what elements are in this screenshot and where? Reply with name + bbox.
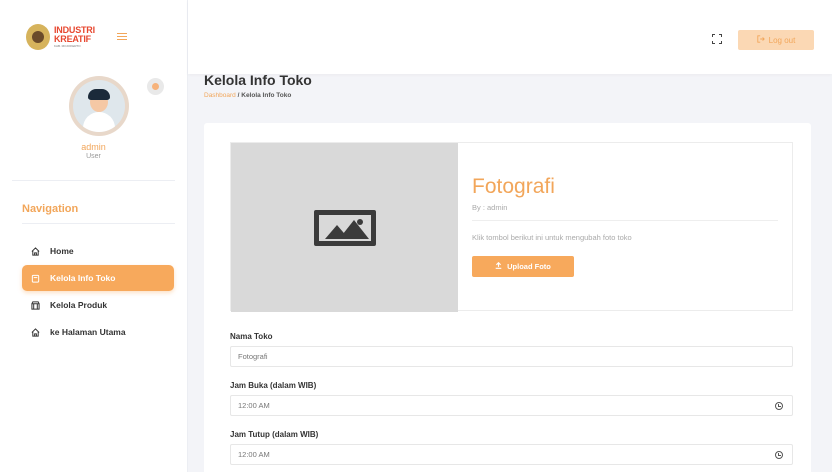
user-profile: admin User	[12, 73, 175, 181]
sidebar-item-kelola-produk[interactable]: Kelola Produk	[22, 292, 174, 318]
box-icon	[31, 300, 40, 310]
logout-label: Log out	[768, 35, 796, 45]
shop-photo	[231, 143, 458, 312]
page-title: Kelola Info Toko	[204, 72, 312, 88]
page-header: Kelola Info Toko Dashboard / Kelola Info…	[204, 72, 312, 99]
nama-toko-value: Fotografi	[238, 352, 268, 361]
upload-hint: Klik tombol berikut ini untuk mengubah f…	[472, 233, 632, 242]
nama-toko-label: Nama Toko	[230, 332, 273, 341]
shop-summary: Fotografi By : admin Klik tombol berikut…	[230, 142, 793, 312]
logout-button[interactable]: Log out	[738, 30, 814, 50]
sidebar-item-label: Kelola Produk	[50, 300, 108, 310]
nav-section-title: Navigation	[22, 203, 79, 215]
sidebar-item-halaman-utama[interactable]: ke Halaman Utama	[22, 319, 174, 345]
jam-buka-value: 12:00 AM	[238, 401, 270, 410]
sidebar-nav: Home Kelola Info Toko Kelola Produk ke H…	[0, 238, 187, 345]
breadcrumb-separator: /	[237, 92, 240, 99]
store-icon	[31, 274, 40, 283]
nav-divider	[22, 223, 175, 224]
user-role: User	[86, 153, 101, 160]
breadcrumb-dashboard-link[interactable]: Dashboard	[204, 92, 236, 99]
settings-dot-icon[interactable]	[147, 78, 164, 95]
sidebar-item-home[interactable]: Home	[22, 238, 174, 264]
clock-icon[interactable]	[775, 402, 783, 410]
user-name: admin	[81, 142, 106, 152]
upload-icon	[495, 261, 502, 271]
menu-toggle-icon[interactable]	[116, 33, 127, 40]
nama-toko-input[interactable]: Fotografi	[230, 346, 793, 367]
home-icon	[31, 246, 40, 256]
sidebar: INDUSTRI KREATIF KAB. MOJOKERTO admin Us…	[0, 0, 188, 472]
logo-text: INDUSTRI KREATIF KAB. MOJOKERTO	[54, 25, 95, 48]
home-icon	[31, 327, 40, 337]
logo-line3: KAB. MOJOKERTO	[54, 43, 81, 48]
breadcrumb: Dashboard / Kelola Info Toko	[204, 92, 312, 99]
clock-icon[interactable]	[775, 451, 783, 459]
upload-photo-button[interactable]: Upload Foto	[472, 256, 574, 277]
divider	[472, 220, 778, 221]
logo-line2: KREATIF	[54, 33, 91, 44]
sidebar-item-label: ke Halaman Utama	[50, 327, 126, 337]
sidebar-item-label: Kelola Info Toko	[50, 273, 116, 283]
avatar[interactable]	[69, 76, 129, 136]
shop-name: Fotografi	[472, 175, 555, 198]
shop-owner: By : admin	[472, 203, 508, 212]
shop-details: Fotografi By : admin Klik tombol berikut…	[472, 143, 778, 277]
topbar: Log out	[188, 0, 832, 74]
app-logo[interactable]: INDUSTRI KREATIF KAB. MOJOKERTO	[26, 23, 95, 50]
breadcrumb-current: Kelola Info Toko	[241, 92, 292, 99]
logo-mascot-icon	[26, 23, 50, 50]
jam-tutup-input[interactable]: 12:00 AM	[230, 444, 793, 465]
logo-bar: INDUSTRI KREATIF KAB. MOJOKERTO	[0, 0, 187, 73]
sidebar-item-label: Home	[50, 246, 74, 256]
jam-tutup-label: Jam Tutup (dalam WIB)	[230, 430, 319, 439]
sidebar-item-kelola-info-toko[interactable]: Kelola Info Toko	[22, 265, 174, 291]
jam-buka-input[interactable]: 12:00 AM	[230, 395, 793, 416]
image-placeholder-icon	[313, 209, 376, 246]
logout-icon	[757, 35, 765, 45]
jam-tutup-value: 12:00 AM	[238, 450, 270, 459]
jam-buka-label: Jam Buka (dalam WIB)	[230, 381, 317, 390]
upload-photo-label: Upload Foto	[507, 262, 551, 271]
shop-info-card: Fotografi By : admin Klik tombol berikut…	[204, 123, 811, 472]
fullscreen-icon[interactable]	[712, 34, 722, 44]
